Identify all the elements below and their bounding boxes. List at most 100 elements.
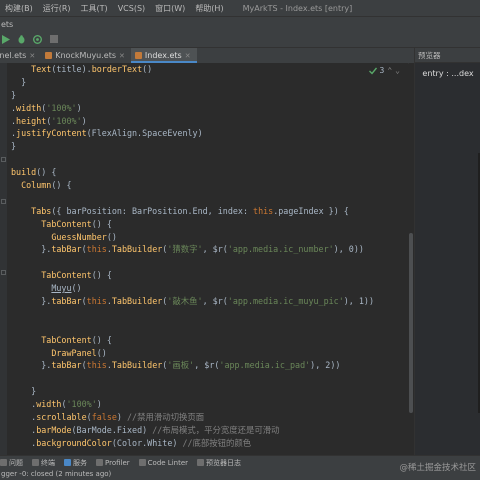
code-token: borderText: [91, 64, 143, 74]
profile-icon[interactable]: [33, 34, 42, 44]
code-line[interactable]: .height('100%'): [11, 115, 374, 128]
tool-profiler[interactable]: Profiler: [96, 459, 130, 467]
tool-label: 服务: [73, 458, 87, 467]
chevron-down-icon[interactable]: ⌄: [395, 66, 400, 75]
code-line[interactable]: Text(title).borderText(): [11, 63, 374, 76]
code-line[interactable]: Tabs({ barPosition: BarPosition.End, ind…: [11, 205, 374, 218]
code-line[interactable]: [11, 153, 374, 166]
code-token: //底部按钮的颜色: [182, 437, 252, 448]
tab-panel[interactable]: Panel.ets ✕: [0, 48, 41, 63]
code-token: TabBuilder: [111, 360, 163, 371]
code-token: ), 2)): [310, 360, 341, 371]
close-icon[interactable]: ✕: [29, 52, 35, 60]
code-line[interactable]: .scrollable(false) //禁用滑动切换页面: [11, 411, 374, 424]
code-token: '100%': [51, 115, 82, 126]
tool-terminal[interactable]: 终端: [32, 458, 55, 468]
menu-build[interactable]: 构建(B): [0, 3, 38, 14]
code-token: Column: [21, 180, 52, 191]
previewer-entry-select[interactable]: entry : ...dex: [418, 67, 478, 79]
tool-label: 问题: [9, 458, 23, 467]
menu-run[interactable]: 运行(R): [38, 3, 76, 14]
tab-knockmuyu[interactable]: KnockMuyu.ets ✕: [41, 48, 131, 63]
code-token: '猜数字': [167, 244, 203, 255]
code-line[interactable]: }: [11, 385, 374, 398]
code-token: (): [71, 283, 82, 294]
chevron-up-icon[interactable]: ⌃: [387, 66, 392, 75]
menu-bar: 构建(B) 运行(R) 工具(T) VCS(S) 窗口(W) 帮助(H) MyA…: [0, 0, 480, 17]
code-line[interactable]: .justifyContent(FlexAlign.SpaceEvenly): [11, 127, 374, 140]
services-icon: [64, 459, 71, 466]
code-line[interactable]: Column() {: [11, 179, 374, 192]
code-token: GuessNumber: [51, 231, 107, 242]
code-line[interactable]: TabContent() {: [11, 334, 374, 347]
code-line[interactable]: TabContent() {: [11, 218, 374, 231]
close-icon[interactable]: ✕: [185, 52, 191, 60]
tool-services[interactable]: 服务: [64, 458, 87, 468]
code-token: DrawPanel: [51, 347, 97, 358]
code-editor[interactable]: Text(title).borderText() }} .width('100%'…: [7, 63, 408, 455]
code-token: ): [116, 412, 127, 423]
code-token: '敲木鱼': [167, 296, 203, 307]
code-line[interactable]: }.tabBar(this.TabBuilder('猜数字', $r('app.…: [11, 243, 374, 256]
code-line[interactable]: }.tabBar(this.TabBuilder('敲木鱼', $r('app.…: [11, 295, 374, 308]
debug-icon[interactable]: [17, 34, 26, 44]
status-message[interactable]: gger -0: closed (2 minutes ago): [0, 470, 111, 478]
tool-problems[interactable]: 问题: [0, 458, 23, 468]
stop-icon[interactable]: [49, 35, 58, 44]
tab-label: Panel.ets: [0, 51, 27, 60]
run-toolbar: [0, 31, 480, 48]
problems-icon: [0, 459, 7, 466]
code-token: ), 1)): [343, 296, 375, 307]
editor-gutter[interactable]: [0, 63, 7, 455]
code-line[interactable]: [11, 256, 374, 269]
code-line[interactable]: [11, 321, 374, 334]
menu-help[interactable]: 帮助(H): [190, 3, 228, 14]
fold-marker-icon[interactable]: [1, 270, 6, 275]
code-token: TabContent: [41, 218, 92, 229]
tab-index[interactable]: Index.ets ✕: [130, 48, 197, 63]
code-token: TabBuilder: [111, 244, 163, 255]
close-icon[interactable]: ✕: [119, 52, 125, 60]
code-line[interactable]: [11, 372, 374, 385]
fold-marker-icon[interactable]: [1, 157, 6, 162]
scrollbar-thumb[interactable]: [409, 233, 413, 413]
code-token: '画板': [167, 360, 195, 371]
code-line[interactable]: [11, 192, 374, 205]
code-line[interactable]: .barMode(BarMode.Fixed) //布局模式，平分宽度还是可滑动: [11, 424, 374, 437]
code-line[interactable]: GuessNumber(): [11, 231, 374, 244]
code-line[interactable]: DrawPanel(): [11, 347, 374, 360]
code-line[interactable]: Muyu(): [11, 282, 374, 295]
run-icon[interactable]: [1, 34, 10, 44]
code-line[interactable]: TabContent() {: [11, 269, 374, 282]
code-line[interactable]: }: [11, 89, 374, 102]
code-line[interactable]: .backgroundColor(Color.White) //底部按钮的颜色: [11, 437, 374, 450]
code-content[interactable]: Text(title).borderText() }} .width('100%'…: [11, 63, 374, 450]
tool-previewer-log[interactable]: 预览器日志: [197, 458, 241, 468]
code-token: .: [11, 424, 37, 435]
breadcrumb[interactable]: ets: [0, 20, 13, 29]
code-line[interactable]: }: [11, 76, 374, 89]
code-token: Text: [31, 64, 52, 74]
code-token: this: [86, 244, 107, 255]
menu-tools[interactable]: 工具(T): [76, 3, 113, 14]
code-line[interactable]: .width('100%'): [11, 398, 374, 411]
code-line[interactable]: [11, 308, 374, 321]
profiler-icon: [96, 459, 103, 466]
tool-code-linter[interactable]: Code Linter: [138, 459, 188, 467]
menu-window[interactable]: 窗口(W): [150, 3, 190, 14]
inspection-widget[interactable]: 3 ⌃ ⌄: [368, 66, 400, 75]
code-line[interactable]: }.tabBar(this.TabBuilder('画板', $r('app.m…: [11, 359, 374, 372]
previewer-header[interactable]: 预览器: [415, 48, 480, 63]
code-token: ({ barPosition: BarPosition.End, index:: [51, 205, 254, 216]
code-token: (FlexAlign.SpaceEvenly): [86, 128, 203, 139]
code-token: 'app.media.ic_pad': [219, 360, 311, 371]
code-line[interactable]: .width('100%'): [11, 102, 374, 115]
fold-marker-icon[interactable]: [1, 199, 6, 204]
menu-vcs[interactable]: VCS(S): [113, 4, 150, 13]
code-token: TabBuilder: [111, 296, 163, 307]
code-line[interactable]: }: [11, 140, 374, 153]
code-line[interactable]: build() {: [11, 166, 374, 179]
